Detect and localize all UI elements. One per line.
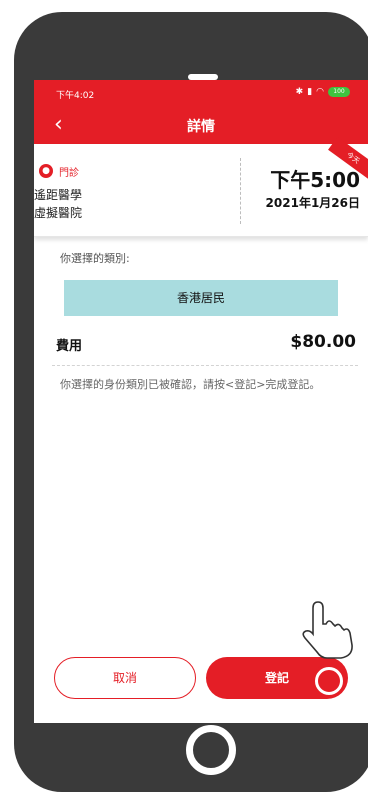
cancel-button[interactable]: 取消: [54, 657, 196, 699]
title-bar: ‹ 詳情: [34, 106, 368, 144]
card-divider: [240, 158, 241, 224]
fee-label: 費用: [56, 339, 83, 354]
status-time: 下午4:02: [56, 91, 95, 101]
fee-divider: [52, 365, 358, 366]
appointment-card: ● 門診 遙距醫學 虛擬醫院 下午5:00 2021年1月26日 今天: [34, 136, 368, 237]
signal-icon: ▮: [307, 87, 313, 97]
category-label: 你選擇的類別:: [60, 252, 130, 265]
phone-home-button[interactable]: [186, 725, 236, 775]
fee-value: $80.00: [290, 332, 356, 352]
hand-cursor-icon: [302, 601, 353, 659]
bluetooth-icon: ✱: [295, 87, 304, 97]
appointment-date: 2021年1月26日: [265, 196, 360, 210]
status-bar: 下午4:02 ✱ ▮ ◠ 100: [34, 80, 368, 106]
clinic-icon: ●: [39, 164, 53, 178]
battery-icon: 100: [328, 87, 350, 97]
page-title: 詳情: [187, 119, 215, 135]
clinic-type: 門診: [59, 168, 79, 179]
status-icons: ✱ ▮ ◠ 100: [296, 87, 350, 97]
category-value: 香港居民: [64, 280, 338, 316]
wifi-icon: ◠: [316, 87, 324, 97]
clinic-name-line1: 遙距醫學: [34, 188, 83, 202]
appointment-time: 下午5:00: [270, 168, 360, 192]
clinic-name-line2: 虛擬醫院: [34, 206, 83, 220]
tap-indicator: [315, 667, 343, 695]
confirmation-message: 你選擇的身份類別已被確認，請按<登記>完成登記。: [60, 378, 321, 391]
